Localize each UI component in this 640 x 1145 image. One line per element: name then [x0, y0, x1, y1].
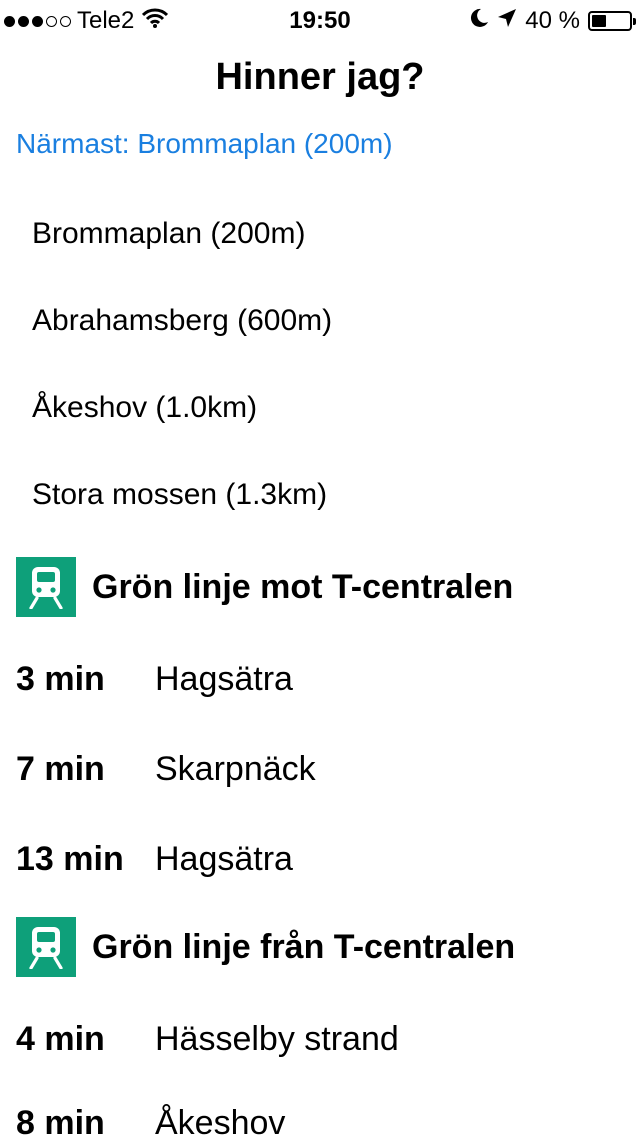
moon-icon: [469, 7, 489, 36]
status-bar: Tele2 19:50 40 %: [0, 0, 640, 40]
line-title: Grön linje mot T-centralen: [92, 567, 514, 606]
departure-destination: Hagsätra: [155, 659, 293, 698]
station-item[interactable]: Stora mossen (1.3km): [32, 478, 327, 512]
departure-time: 8 min: [16, 1103, 105, 1142]
line-header-from-tcentralen: Grön linje från T-centralen: [16, 917, 515, 977]
departure-row: 3 min Hagsätra: [16, 657, 293, 701]
departure-time: 4 min: [16, 1019, 105, 1058]
location-arrow-icon: [497, 7, 517, 35]
departure-destination: Åkeshov: [155, 1103, 286, 1142]
departure-row: 8 min Åkeshov: [16, 1101, 285, 1145]
battery-percentage: 40 %: [525, 7, 580, 34]
departure-time: 7 min: [16, 749, 105, 788]
departure-destination: Hagsätra: [155, 839, 293, 878]
nearest-station-link[interactable]: Närmast: Brommaplan (200m): [16, 128, 393, 160]
departure-time: 13 min: [16, 839, 124, 878]
battery-icon: [588, 11, 636, 31]
page-title: Hinner jag?: [215, 56, 425, 98]
departure-row: 7 min Skarpnäck: [16, 747, 316, 791]
status-right: 40 %: [469, 7, 636, 36]
departure-destination: Skarpnäck: [155, 749, 316, 788]
station-item[interactable]: Abrahamsberg (600m): [32, 304, 332, 338]
line-header-to-tcentralen: Grön linje mot T-centralen: [16, 557, 513, 617]
departure-time: 3 min: [16, 659, 105, 698]
station-item[interactable]: Åkeshov (1.0km): [32, 391, 257, 425]
station-item[interactable]: Brommaplan (200m): [32, 217, 305, 251]
departure-row: 4 min Hässelby strand: [16, 1017, 399, 1061]
line-title: Grön linje från T-centralen: [92, 927, 516, 966]
metro-train-icon: [16, 557, 76, 617]
metro-train-icon: [16, 917, 76, 977]
departure-destination: Hässelby strand: [155, 1019, 399, 1058]
departure-row: 13 min Hagsätra: [16, 837, 293, 881]
battery-fill: [592, 15, 607, 27]
